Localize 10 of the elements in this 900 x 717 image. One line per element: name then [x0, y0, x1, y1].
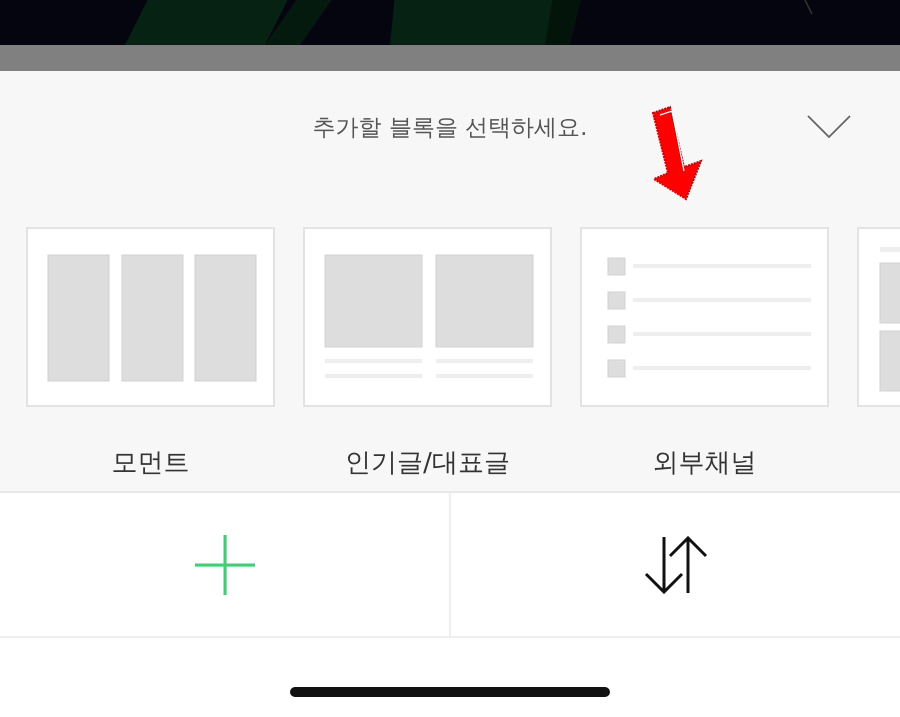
block-label: 인기글/대표글 [345, 447, 510, 480]
block-option[interactable] [580, 227, 829, 407]
block-option[interactable] [303, 227, 552, 407]
home-indicator[interactable] [290, 687, 610, 697]
sheet-title: 추가할 블록을 선택하세요. [312, 114, 588, 142]
block-option[interactable] [26, 227, 275, 407]
chevron-down-icon[interactable] [807, 115, 851, 139]
block-label: 모먼트 [112, 447, 190, 480]
plus-icon [194, 534, 256, 596]
block-label: 외부채널 [652, 447, 756, 480]
